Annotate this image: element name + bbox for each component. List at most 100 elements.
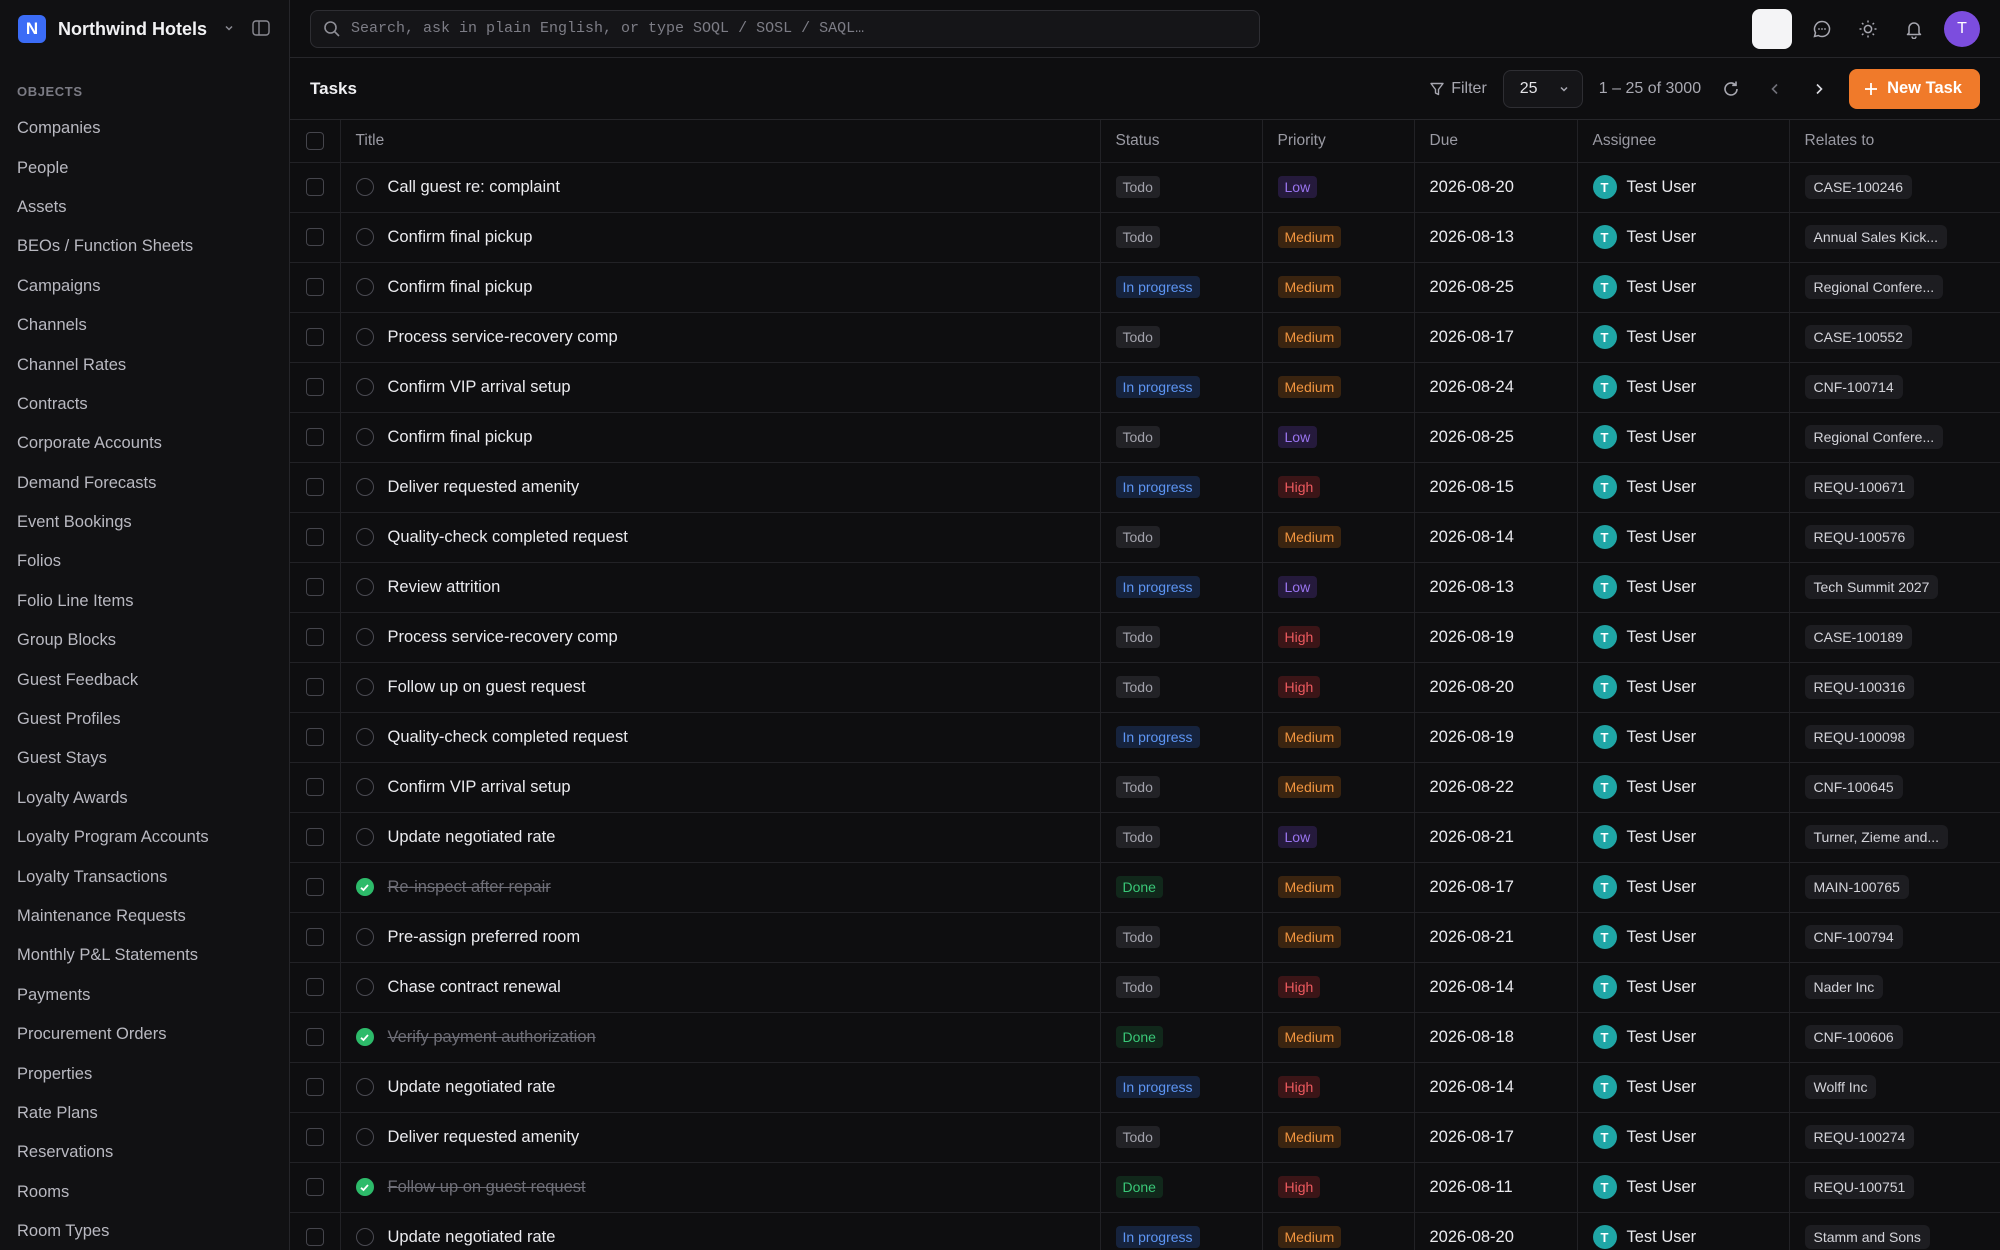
column-header-due[interactable]: Due: [1414, 120, 1578, 163]
due-date[interactable]: 2026-08-17: [1414, 312, 1578, 363]
table-row[interactable]: Confirm final pickup Todo Low 2026-08-25 T Te…: [290, 412, 2000, 463]
relates-to-cell[interactable]: MAIN-100765: [1789, 862, 2000, 913]
status-cell[interactable]: Todo: [1100, 212, 1263, 263]
sidebar-item-rooms[interactable]: Rooms: [0, 1173, 289, 1212]
complete-toggle-circle[interactable]: [355, 778, 374, 796]
complete-toggle-circle[interactable]: [355, 628, 374, 646]
assignee-cell[interactable]: T Test User: [1577, 1012, 1790, 1063]
chevron-down-icon[interactable]: [219, 21, 239, 37]
relates-to-cell[interactable]: Nader Inc: [1789, 962, 2000, 1013]
search-box[interactable]: [310, 9, 1260, 48]
complete-toggle-circle[interactable]: [355, 928, 374, 946]
row-checkbox[interactable]: [305, 528, 324, 547]
sidebar-item-maintenance-requests[interactable]: Maintenance Requests: [0, 897, 289, 936]
sidebar-item-campaigns[interactable]: Campaigns: [0, 267, 289, 306]
complete-toggle-circle[interactable]: [355, 1078, 374, 1096]
title-cell[interactable]: Call guest re: complaint: [340, 162, 1101, 213]
task-title[interactable]: Confirm VIP arrival setup: [388, 778, 571, 797]
due-date[interactable]: 2026-08-24: [1414, 362, 1578, 413]
assignee-cell[interactable]: T Test User: [1577, 562, 1790, 613]
row-select-cell[interactable]: [290, 862, 341, 913]
due-date[interactable]: 2026-08-18: [1414, 1012, 1578, 1063]
row-select-cell[interactable]: [290, 762, 341, 813]
sidebar-item-loyalty-awards[interactable]: Loyalty Awards: [0, 779, 289, 818]
status-cell[interactable]: In progress: [1100, 1212, 1263, 1250]
priority-cell[interactable]: High: [1262, 962, 1415, 1013]
assignee-cell[interactable]: T Test User: [1577, 1062, 1790, 1113]
row-checkbox[interactable]: [305, 1128, 324, 1147]
table-row[interactable]: Re-inspect after repair Done Medium 2026-08…: [290, 862, 2000, 913]
relates-to-cell[interactable]: Regional Confere...: [1789, 412, 2000, 463]
row-select-cell[interactable]: [290, 562, 341, 613]
relates-to-cell[interactable]: REQU-100751: [1789, 1162, 2000, 1213]
relates-to-cell[interactable]: REQU-100671: [1789, 462, 2000, 513]
row-checkbox[interactable]: [305, 878, 324, 897]
assignee-cell[interactable]: T Test User: [1577, 212, 1790, 263]
relates-to-cell[interactable]: Tech Summit 2027: [1789, 562, 2000, 613]
task-title[interactable]: Verify payment authorization: [388, 1028, 596, 1047]
due-date[interactable]: 2026-08-19: [1414, 712, 1578, 763]
sidebar-item-people[interactable]: People: [0, 148, 289, 187]
status-cell[interactable]: Todo: [1100, 512, 1263, 563]
due-date[interactable]: 2026-08-14: [1414, 962, 1578, 1013]
table-row[interactable]: Follow up on guest request Todo High 2026-0…: [290, 662, 2000, 713]
column-header-relates-to[interactable]: Relates to: [1789, 120, 2000, 163]
task-title[interactable]: Confirm final pickup: [388, 228, 533, 247]
task-title[interactable]: Follow up on guest request: [388, 678, 586, 697]
assignee-cell[interactable]: T Test User: [1577, 812, 1790, 863]
priority-cell[interactable]: Low: [1262, 562, 1415, 613]
status-cell[interactable]: In progress: [1100, 462, 1263, 513]
task-title[interactable]: Deliver requested amenity: [388, 1128, 580, 1147]
quick-action-button[interactable]: [1752, 8, 1792, 49]
priority-cell[interactable]: Medium: [1262, 712, 1415, 763]
assignee-cell[interactable]: T Test User: [1577, 912, 1790, 963]
task-title[interactable]: Process service-recovery comp: [388, 628, 618, 647]
title-cell[interactable]: Follow up on guest request: [340, 1162, 1101, 1213]
status-cell[interactable]: Todo: [1100, 662, 1263, 713]
refresh-icon[interactable]: [1717, 79, 1745, 99]
relates-to-chip[interactable]: Regional Confere...: [1804, 425, 1944, 449]
relates-to-chip[interactable]: Wolff Inc: [1804, 1075, 1877, 1099]
column-header-priority[interactable]: Priority: [1262, 120, 1415, 163]
complete-toggle-circle[interactable]: [355, 478, 374, 496]
relates-to-chip[interactable]: MAIN-100765: [1804, 875, 1909, 899]
priority-cell[interactable]: Medium: [1262, 262, 1415, 313]
due-date[interactable]: 2026-08-19: [1414, 612, 1578, 663]
status-cell[interactable]: Done: [1100, 1012, 1263, 1063]
title-cell[interactable]: Update negotiated rate: [340, 812, 1101, 863]
row-select-cell[interactable]: [290, 162, 341, 213]
bell-icon[interactable]: [1898, 13, 1930, 45]
row-select-cell[interactable]: [290, 1212, 341, 1250]
status-cell[interactable]: Todo: [1100, 312, 1263, 363]
relates-to-chip[interactable]: REQU-100316: [1804, 675, 1915, 699]
relates-to-cell[interactable]: REQU-100098: [1789, 712, 2000, 763]
due-date[interactable]: 2026-08-17: [1414, 862, 1578, 913]
completed-check-icon[interactable]: [355, 1028, 374, 1046]
assignee-cell[interactable]: T Test User: [1577, 762, 1790, 813]
assignee-cell[interactable]: T Test User: [1577, 1212, 1790, 1250]
status-cell[interactable]: Done: [1100, 1162, 1263, 1213]
due-date[interactable]: 2026-08-15: [1414, 462, 1578, 513]
relates-to-chip[interactable]: Annual Sales Kick...: [1804, 225, 1948, 249]
sidebar-item-loyalty-transactions[interactable]: Loyalty Transactions: [0, 857, 289, 896]
assignee-cell[interactable]: T Test User: [1577, 362, 1790, 413]
complete-toggle-circle[interactable]: [355, 828, 374, 846]
title-cell[interactable]: Confirm final pickup: [340, 412, 1101, 463]
status-cell[interactable]: In progress: [1100, 262, 1263, 313]
priority-cell[interactable]: Medium: [1262, 862, 1415, 913]
status-cell[interactable]: Todo: [1100, 412, 1263, 463]
relates-to-cell[interactable]: CNF-100794: [1789, 912, 2000, 963]
due-date[interactable]: 2026-08-21: [1414, 912, 1578, 963]
due-date[interactable]: 2026-08-21: [1414, 812, 1578, 863]
priority-cell[interactable]: Low: [1262, 412, 1415, 463]
row-checkbox[interactable]: [305, 978, 324, 997]
filter-button[interactable]: Filter: [1429, 80, 1487, 98]
task-title[interactable]: Chase contract renewal: [388, 978, 561, 997]
due-date[interactable]: 2026-08-22: [1414, 762, 1578, 813]
sidebar-item-channel-rates[interactable]: Channel Rates: [0, 345, 289, 384]
relates-to-cell[interactable]: CASE-100246: [1789, 162, 2000, 213]
column-header-status[interactable]: Status: [1100, 120, 1263, 163]
workspace-switcher[interactable]: N Northwind Hotels: [0, 0, 289, 58]
row-select-cell[interactable]: [290, 662, 341, 713]
relates-to-chip[interactable]: CASE-100189: [1804, 625, 1913, 649]
